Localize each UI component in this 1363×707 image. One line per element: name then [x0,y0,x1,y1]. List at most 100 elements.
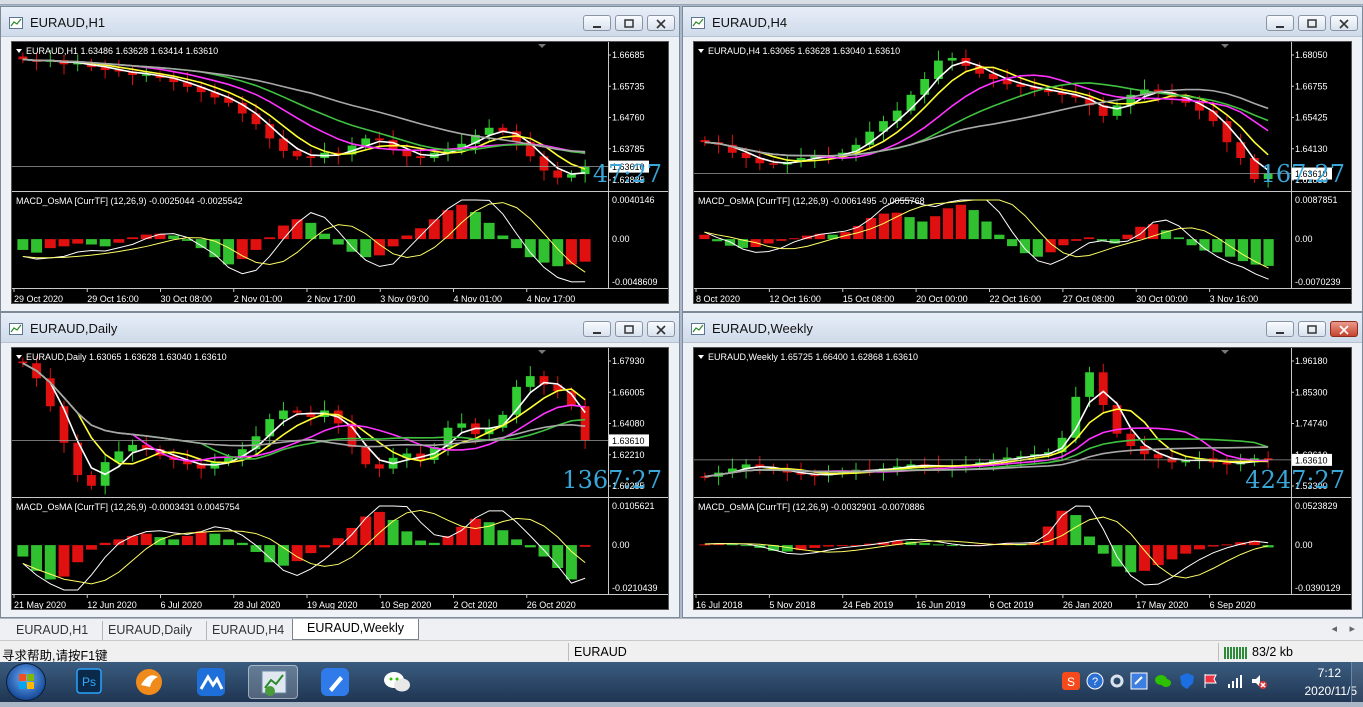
chart-window-weekly[interactable]: EURAUD,Weekly 1.96180 1.85300 1.74740 1.6361… [682,312,1363,618]
foxmail-icon[interactable] [124,665,174,699]
flag-tray-icon[interactable] [1202,672,1220,695]
minimize-button[interactable] [583,15,611,31]
minimize-button[interactable] [1266,15,1294,31]
osma-histogram [699,204,1274,266]
chart-window-daily[interactable]: EURAUD,Daily 1.67930 1.66005 1.64080 1.62210… [0,312,680,618]
candle-body [375,138,384,141]
moving-average-line [704,66,1269,162]
osma-bar [740,545,752,547]
help-tray-icon[interactable]: ? [1086,672,1104,695]
tab-scroll-left-icon[interactable]: ◂ [1331,622,1337,635]
macd-line [704,199,1269,280]
osma-bar [511,239,523,249]
osma-bar [99,239,111,247]
osma-bar [919,542,931,546]
osma-bar [17,545,29,557]
chart-shift-marker-icon[interactable] [1221,44,1229,48]
connection-bars-icon[interactable] [1224,645,1248,662]
chart-header-dropdown-icon[interactable] [16,355,22,359]
chart-area[interactable]: 1.68050 1.66755 1.65425 1.64130 1.62835 1.636… [693,41,1352,304]
chart-area[interactable]: 1.67930 1.66005 1.64080 1.62210 1.60285 1.636… [11,347,669,610]
clock-time[interactable]: 7:12 [1318,666,1341,680]
chart-header-dropdown-icon[interactable] [16,49,22,53]
osma-bar [1097,545,1109,554]
chart-area[interactable]: 1.961801.853001.747401.636101.533001.636… [693,347,1352,610]
sogou-ime-icon[interactable]: S [1062,672,1080,695]
time-axis-label: 3 Nov 09:00 [380,294,429,304]
tray-expand-icon[interactable] [1130,672,1148,695]
wechat-tray-icon[interactable] [1154,672,1172,695]
chart-canvas[interactable]: 1.666851.657351.647601.637851.628351.636… [12,42,669,304]
clock-date[interactable]: 2020/11/5 [1305,684,1358,698]
tab-euraud-h1[interactable]: EURAUD,H1 [2,621,104,640]
chart-window-h4[interactable]: EURAUD,H4 1.68050 1.66755 1.65425 1.64130 1.6… [682,6,1363,312]
show-desktop-button[interactable] [1351,662,1363,702]
osma-bar [483,222,495,240]
chart-canvas[interactable]: 1.679301.660051.640801.622101.602851.636… [12,348,669,610]
maximize-button[interactable] [615,321,643,337]
indicator-axis-label: 0.00 [1295,234,1313,244]
chart-header-dropdown-icon[interactable] [698,355,704,359]
osma-bar [168,539,180,546]
osma-bar [1122,234,1133,240]
window-title: EURAUD,H1 [30,15,106,30]
moving-average-line [704,408,1269,478]
osma-bar [712,239,723,242]
maximize-button[interactable] [1298,321,1326,337]
osma-bar [1166,545,1178,560]
chart-shift-marker-icon[interactable] [1221,350,1229,354]
osma-bar [127,535,139,546]
tab-euraud-weekly[interactable]: EURAUD,Weekly [292,619,420,640]
osma-bar [763,239,774,244]
time-axis-label: 8 Oct 2020 [696,294,740,304]
wechat-icon[interactable] [372,665,422,699]
chart-header-dropdown-icon[interactable] [698,49,704,53]
moving-average-line [22,362,586,461]
window-title-bar[interactable]: EURAUD,Weekly [683,313,1362,343]
close-button[interactable] [647,15,675,31]
close-button[interactable] [1330,321,1358,337]
maximize-button[interactable] [615,15,643,31]
window-title-bar[interactable]: EURAUD,Daily [1,313,679,343]
tab-scroll-right-icon[interactable]: ▸ [1349,622,1355,635]
candles [18,49,590,185]
feishu-icon[interactable] [310,665,360,699]
metatrader-icon[interactable] [248,665,298,699]
volume-icon[interactable] [1250,672,1268,695]
osma-bar [428,542,440,546]
macd-line [22,509,586,585]
chart-shift-marker-icon[interactable] [538,44,546,48]
time-axis-label: 24 Feb 2019 [843,600,894,610]
minimize-button[interactable] [1266,321,1294,337]
osma-bar [878,213,890,240]
network-icon[interactable] [1226,672,1244,695]
chart-shift-marker-icon[interactable] [538,350,546,354]
price-axis-label: 1.74740 [1295,419,1328,429]
osma-bar [552,545,564,568]
moving-average-line [22,362,586,448]
window-title-bar[interactable]: EURAUD,H4 [683,7,1362,37]
chart-window-h1[interactable]: EURAUD,H1 1.66685 1.65735 1.64760 1.63785 1.6… [0,6,680,312]
tab-euraud-h4[interactable]: EURAUD,H4 [198,621,300,640]
price-axis-label: 1.68050 [1295,50,1328,60]
osma-bar [113,539,125,546]
minimize-button[interactable] [583,321,611,337]
close-button[interactable] [1330,15,1358,31]
candle-body [1098,372,1108,406]
time-axis-label: 19 Aug 2020 [307,600,358,610]
candle-body [279,410,288,420]
chart-canvas[interactable]: 1.680501.667551.654251.641301.628351.636… [694,42,1352,304]
window-title-bar[interactable]: EURAUD,H1 [1,7,679,37]
chart-canvas[interactable]: 1.961801.853001.747401.636101.533001.636… [694,348,1352,610]
candle-body [769,163,778,165]
windows-start-icon[interactable] [6,663,46,701]
security-shield-icon[interactable] [1178,672,1196,695]
photoshop-icon[interactable]: Ps [64,665,114,699]
time-axis-label: 5 Nov 2018 [769,600,815,610]
tab-euraud-daily[interactable]: EURAUD,Daily [94,621,208,640]
chart-area[interactable]: 1.66685 1.65735 1.64760 1.63785 1.62835 1.636… [11,41,669,304]
maximize-button[interactable] [1298,15,1326,31]
close-button[interactable] [647,321,675,337]
settings-tray-icon[interactable] [1108,672,1126,695]
app-blue-wave-icon[interactable] [186,665,236,699]
